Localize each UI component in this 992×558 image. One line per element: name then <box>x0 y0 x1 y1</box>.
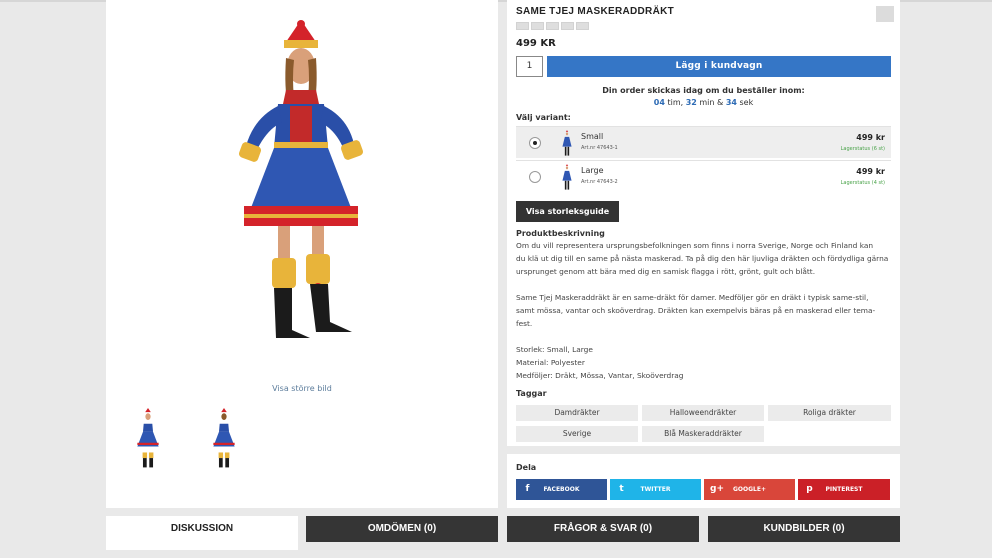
description-line: Storlek: Small, Large <box>516 345 593 354</box>
tab-reviews[interactable]: OMDÖMEN (0) <box>306 516 498 542</box>
share-label: TWITTER <box>640 486 671 493</box>
variant-name: Large <box>581 166 604 175</box>
tag-halloweendrakter[interactable]: Halloweendräkter <box>642 405 764 421</box>
countdown-hours-unit: tim, <box>667 98 684 107</box>
description-line: samt mössa, vantar och skoöverdrag. Dräk… <box>516 306 876 315</box>
description-title: Produktbeskrivning <box>516 229 605 238</box>
description-line: Medföljer: Dräkt, Mössa, Vantar, Skoöver… <box>516 371 684 380</box>
variant-price: 499 kr <box>856 167 885 176</box>
tag-damdrakter[interactable]: Damdräkter <box>516 405 638 421</box>
tag-sverige[interactable]: Sverige <box>516 426 638 442</box>
countdown-hours: 04 <box>653 98 665 107</box>
description-line: ursprunget genom att bära med dig en sam… <box>516 267 816 276</box>
variant-stock: Lagerstatus (4 st) <box>840 180 885 186</box>
share-panel: Dela f FACEBOOK t TWITTER g+ GOOGLE+ p P… <box>507 454 900 508</box>
quantity-input[interactable]: 1 <box>516 56 543 77</box>
variant-price: 499 kr <box>856 133 885 142</box>
countdown-seconds-unit: sek <box>739 98 754 107</box>
variant-option-large[interactable]: Large Art.nr 47643-2 499 kr Lagerstatus … <box>516 160 891 192</box>
variant-article-number: Art.nr 47643-2 <box>581 179 618 185</box>
product-title: SAME TJEJ MASKERADDRÄKT <box>516 6 675 17</box>
product-price: 499 KR <box>516 38 556 49</box>
star-icon[interactable] <box>561 22 574 30</box>
variant-thumbnail <box>562 130 572 156</box>
pinterest-share-button[interactable]: p PINTEREST <box>798 479 890 500</box>
description-line: du klä ut dig till en same på nästa mask… <box>516 254 889 263</box>
countdown-minutes: 32 <box>685 98 697 107</box>
variant-radio[interactable] <box>529 171 541 183</box>
variant-thumbnail <box>562 164 572 190</box>
thumbnail-2[interactable] <box>210 405 238 471</box>
twitter-share-button[interactable]: t TWITTER <box>610 479 701 500</box>
view-larger-link[interactable]: Visa större bild <box>106 384 498 393</box>
variant-label: Välj variant: <box>516 113 571 122</box>
variant-option-small[interactable]: Small Art.nr 47643-1 499 kr Lagerstatus … <box>516 126 891 158</box>
wishlist-icon[interactable] <box>876 6 894 22</box>
facebook-share-button[interactable]: f FACEBOOK <box>516 479 607 500</box>
description-line: Same Tjej Maskeraddräkt är en same-dräkt… <box>516 293 869 302</box>
tags-title: Taggar <box>516 389 547 398</box>
shipping-countdown: 04 tim, 32 min & 34 sek <box>507 98 900 107</box>
star-icon[interactable] <box>546 22 559 30</box>
tab-discussion[interactable]: DISKUSSION <box>106 516 298 550</box>
star-icon[interactable] <box>576 22 589 30</box>
variant-stock: Lagerstatus (6 st) <box>840 146 885 152</box>
tag-roliga-drakter[interactable]: Roliga dräkter <box>768 405 891 421</box>
product-gallery: Visa större bild <box>106 0 498 508</box>
description-line: Material: Polyester <box>516 358 585 367</box>
shipping-notice: Din order skickas idag om du beställer i… <box>602 86 805 95</box>
star-icon[interactable] <box>531 22 544 30</box>
tab-questions[interactable]: FRÅGOR & SVAR (0) <box>507 516 699 542</box>
share-title: Dela <box>516 463 537 472</box>
googleplus-share-button[interactable]: g+ GOOGLE+ <box>704 479 795 500</box>
tab-customer-images[interactable]: KUNDBILDER (0) <box>708 516 900 542</box>
description-line: Om du vill representera ursprungsbefolkn… <box>516 241 874 250</box>
description-line: fest. <box>516 319 533 328</box>
main-product-image[interactable] <box>226 18 376 343</box>
product-info: SAME TJEJ MASKERADDRÄKT 499 KR 1 Lägg i … <box>507 0 900 446</box>
countdown-seconds: 34 <box>725 98 737 107</box>
share-label: FACEBOOK <box>543 486 580 493</box>
rating-stars[interactable] <box>516 22 589 30</box>
variant-article-number: Art.nr 47643-1 <box>581 145 618 151</box>
variant-radio[interactable] <box>529 137 541 149</box>
share-label: PINTEREST <box>825 486 863 493</box>
thumbnail-1[interactable] <box>134 405 162 471</box>
add-to-cart-button[interactable]: Lägg i kundvagn <box>547 56 891 77</box>
countdown-minutes-unit: min & <box>699 98 724 107</box>
share-label: GOOGLE+ <box>733 486 766 493</box>
star-icon[interactable] <box>516 22 529 30</box>
variant-name: Small <box>581 132 604 141</box>
tag-bla-maskeraddrakter[interactable]: Blå Maskeraddräkter <box>642 426 764 442</box>
size-guide-button[interactable]: Visa storleksguide <box>516 201 619 222</box>
